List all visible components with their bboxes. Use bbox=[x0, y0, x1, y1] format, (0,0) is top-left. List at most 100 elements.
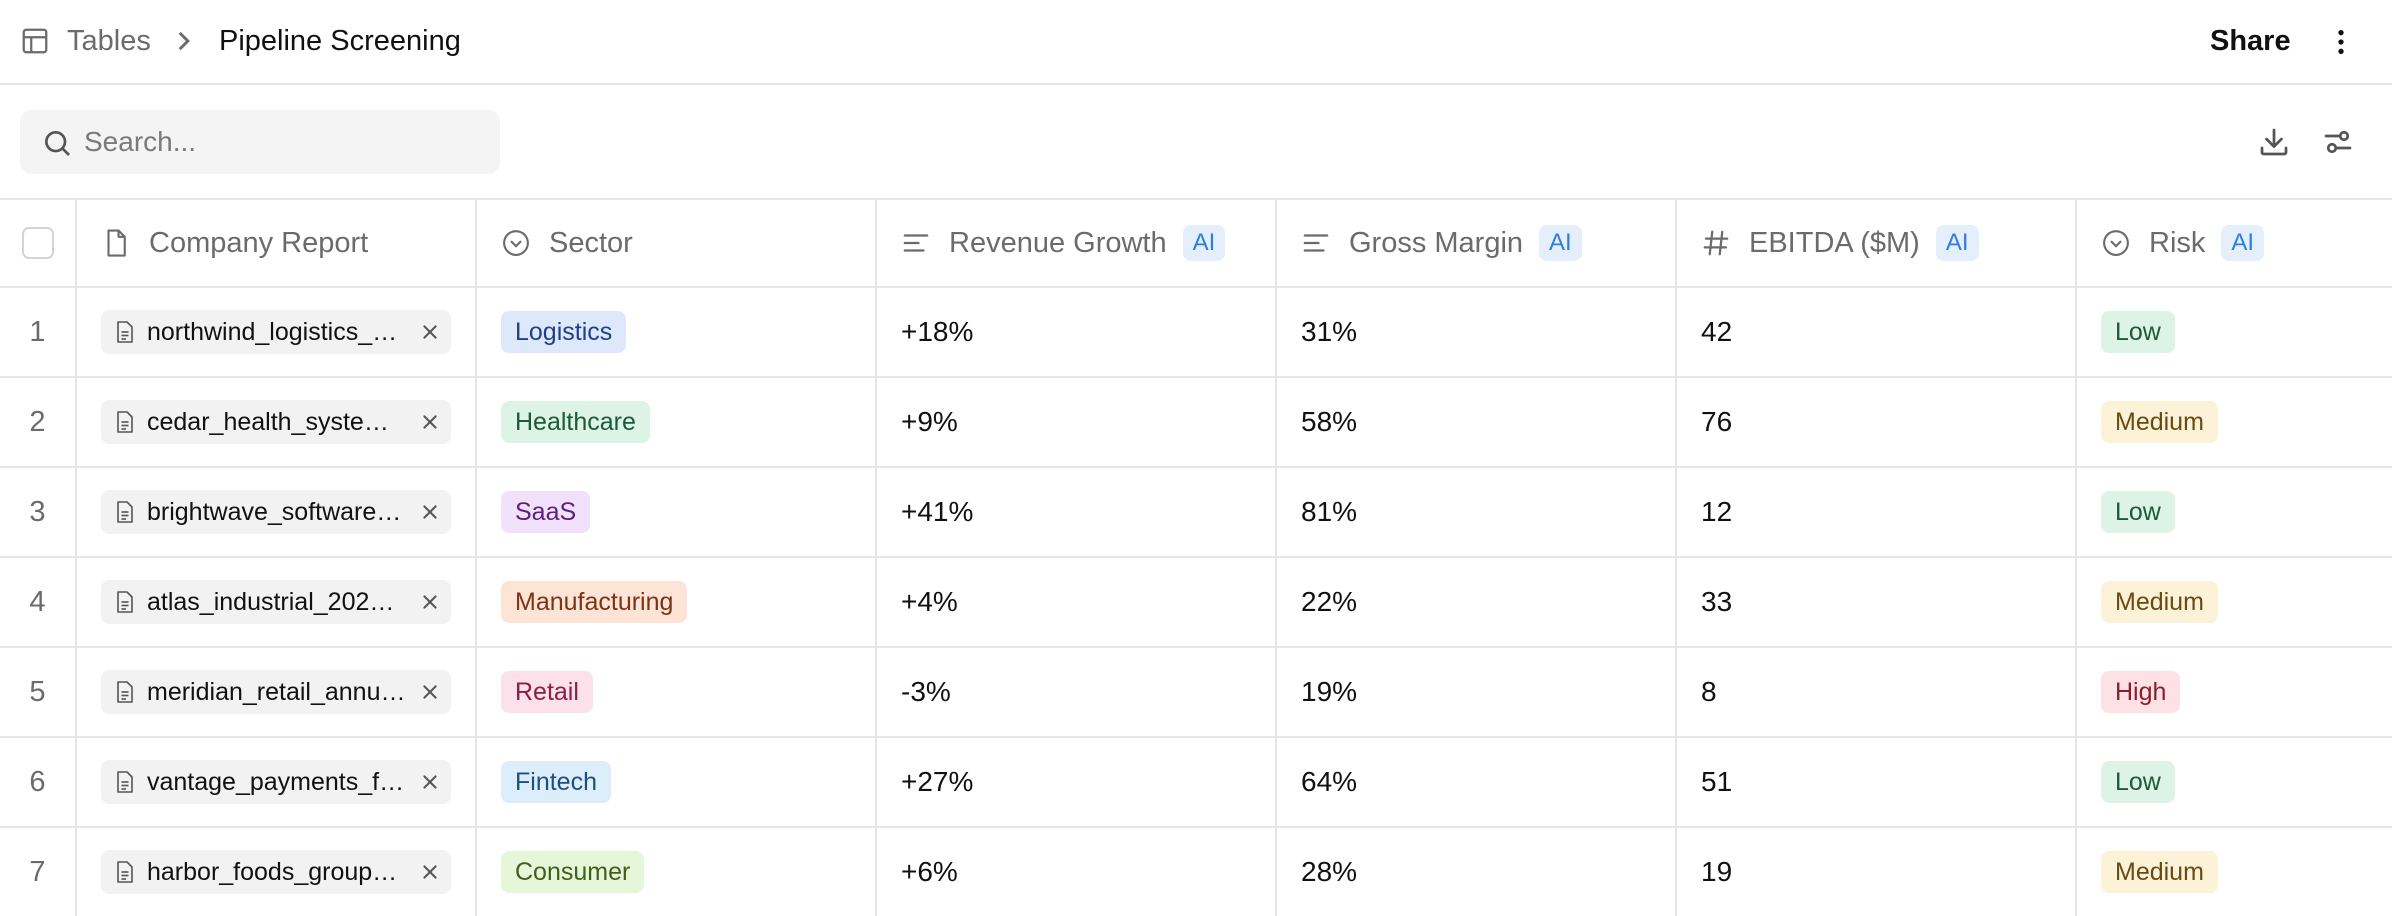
revenue-growth-cell[interactable]: +4% bbox=[877, 558, 1277, 646]
risk-cell[interactable]: Low bbox=[2077, 738, 2392, 826]
revenue-growth-cell[interactable]: +41% bbox=[877, 468, 1277, 556]
table-row[interactable]: 1 northwind_logistics_… Logistics +18% 3… bbox=[0, 288, 2392, 378]
gross-margin-cell[interactable]: 22% bbox=[1277, 558, 1677, 646]
file-name: brightwave_software… bbox=[147, 497, 402, 526]
header-risk[interactable]: Risk AI bbox=[2077, 200, 2392, 286]
risk-cell[interactable]: Medium bbox=[2077, 828, 2392, 916]
gross-margin-value: 64% bbox=[1301, 766, 1358, 797]
table-row[interactable]: 4 atlas_industrial_202… Manufacturing +4… bbox=[0, 558, 2392, 648]
file-chip[interactable]: harbor_foods_group… bbox=[101, 850, 451, 894]
file-chip[interactable]: atlas_industrial_202… bbox=[101, 580, 451, 624]
close-icon[interactable] bbox=[421, 413, 439, 431]
gross-margin-cell[interactable]: 81% bbox=[1277, 468, 1677, 556]
table-row[interactable]: 3 brightwave_software… SaaS +41% 81% 12 … bbox=[0, 468, 2392, 558]
close-icon[interactable] bbox=[421, 683, 439, 701]
close-icon[interactable] bbox=[421, 503, 439, 521]
column-label: Revenue Growth bbox=[949, 226, 1167, 259]
header-revenue-growth[interactable]: Revenue Growth AI bbox=[877, 200, 1277, 286]
revenue-growth-cell[interactable]: +6% bbox=[877, 828, 1277, 916]
file-chip[interactable]: northwind_logistics_… bbox=[101, 310, 451, 354]
sector-cell[interactable]: Retail bbox=[477, 648, 877, 736]
sector-cell[interactable]: Healthcare bbox=[477, 378, 877, 466]
sector-cell[interactable]: SaaS bbox=[477, 468, 877, 556]
file-chip[interactable]: brightwave_software… bbox=[101, 490, 451, 534]
ebitda-cell[interactable]: 76 bbox=[1677, 378, 2077, 466]
close-icon[interactable] bbox=[421, 593, 439, 611]
select-all-checkbox[interactable] bbox=[21, 227, 54, 259]
company-report-cell[interactable]: atlas_industrial_202… bbox=[77, 558, 477, 646]
ebitda-cell[interactable]: 42 bbox=[1677, 288, 2077, 376]
risk-cell[interactable]: Medium bbox=[2077, 558, 2392, 646]
revenue-growth-cell[interactable]: +27% bbox=[877, 738, 1277, 826]
row-number-cell: 5 bbox=[0, 648, 77, 736]
risk-tag: High bbox=[2101, 671, 2181, 713]
revenue-growth-value: +6% bbox=[901, 856, 958, 887]
revenue-growth-cell[interactable]: -3% bbox=[877, 648, 1277, 736]
file-name: cedar_health_system… bbox=[147, 407, 407, 436]
document-icon bbox=[117, 501, 133, 523]
risk-cell[interactable]: High bbox=[2077, 648, 2392, 736]
table-row[interactable]: 7 harbor_foods_group… Consumer +6% 28% 1… bbox=[0, 828, 2392, 916]
file-name: atlas_industrial_202… bbox=[147, 587, 395, 616]
gross-margin-cell[interactable]: 28% bbox=[1277, 828, 1677, 916]
file-chip[interactable]: vantage_payments_f… bbox=[101, 760, 451, 804]
company-report-cell[interactable]: harbor_foods_group… bbox=[77, 828, 477, 916]
sector-cell[interactable]: Logistics bbox=[477, 288, 877, 376]
sector-cell[interactable]: Consumer bbox=[477, 828, 877, 916]
file-chip[interactable]: meridian_retail_annu… bbox=[101, 670, 451, 714]
gross-margin-cell[interactable]: 64% bbox=[1277, 738, 1677, 826]
risk-tag: Low bbox=[2101, 311, 2175, 353]
search-input[interactable] bbox=[84, 122, 484, 162]
close-icon[interactable] bbox=[421, 863, 439, 881]
table-row[interactable]: 6 vantage_payments_f… Fintech +27% 64% 5… bbox=[0, 738, 2392, 828]
ebitda-cell[interactable]: 8 bbox=[1677, 648, 2077, 736]
document-icon bbox=[117, 861, 133, 883]
company-report-cell[interactable]: brightwave_software… bbox=[77, 468, 477, 556]
risk-tag: Low bbox=[2101, 491, 2175, 533]
file-chip[interactable]: cedar_health_system… bbox=[101, 400, 451, 444]
sector-cell[interactable]: Fintech bbox=[477, 738, 877, 826]
sector-tag: Logistics bbox=[501, 311, 627, 353]
column-label: Sector bbox=[549, 226, 633, 259]
gross-margin-cell[interactable]: 58% bbox=[1277, 378, 1677, 466]
table-row[interactable]: 5 meridian_retail_annu… Retail -3% 19% 8… bbox=[0, 648, 2392, 738]
close-icon[interactable] bbox=[421, 773, 439, 791]
company-report-cell[interactable]: meridian_retail_annu… bbox=[77, 648, 477, 736]
revenue-growth-cell[interactable]: +18% bbox=[877, 288, 1277, 376]
breadcrumb-root[interactable]: Tables bbox=[67, 23, 151, 59]
ebitda-cell[interactable]: 33 bbox=[1677, 558, 2077, 646]
risk-cell[interactable]: Medium bbox=[2077, 378, 2392, 466]
download-icon[interactable] bbox=[2256, 124, 2292, 160]
header-ebitda[interactable]: EBITDA ($M) AI bbox=[1677, 200, 2077, 286]
revenue-growth-cell[interactable]: +9% bbox=[877, 378, 1277, 466]
company-report-cell[interactable]: vantage_payments_f… bbox=[77, 738, 477, 826]
row-number-cell: 2 bbox=[0, 378, 77, 466]
close-icon[interactable] bbox=[421, 323, 439, 341]
header-sector[interactable]: Sector bbox=[477, 200, 877, 286]
sector-cell[interactable]: Manufacturing bbox=[477, 558, 877, 646]
header-gross-margin[interactable]: Gross Margin AI bbox=[1277, 200, 1677, 286]
company-report-cell[interactable]: northwind_logistics_… bbox=[77, 288, 477, 376]
gross-margin-cell[interactable]: 31% bbox=[1277, 288, 1677, 376]
ebitda-cell[interactable]: 51 bbox=[1677, 738, 2077, 826]
table-row[interactable]: 2 cedar_health_system… Healthcare +9% 58… bbox=[0, 378, 2392, 468]
company-report-cell[interactable]: cedar_health_system… bbox=[77, 378, 477, 466]
share-button[interactable]: Share bbox=[2190, 20, 2311, 62]
more-options-icon[interactable] bbox=[2325, 24, 2357, 60]
row-number: 6 bbox=[29, 765, 46, 798]
chevron-circle-icon bbox=[503, 230, 529, 256]
search-box[interactable] bbox=[20, 110, 500, 174]
ebitda-cell[interactable]: 12 bbox=[1677, 468, 2077, 556]
table-icon bbox=[22, 28, 48, 54]
risk-cell[interactable]: Low bbox=[2077, 288, 2392, 376]
row-number-cell: 1 bbox=[0, 288, 77, 376]
filter-settings-icon[interactable] bbox=[2320, 124, 2356, 160]
row-number: 5 bbox=[29, 675, 46, 708]
row-number-cell: 6 bbox=[0, 738, 77, 826]
ebitda-cell[interactable]: 19 bbox=[1677, 828, 2077, 916]
gross-margin-value: 58% bbox=[1301, 406, 1358, 437]
risk-cell[interactable]: Low bbox=[2077, 468, 2392, 556]
header-company-report[interactable]: Company Report bbox=[77, 200, 477, 286]
gross-margin-cell[interactable]: 19% bbox=[1277, 648, 1677, 736]
revenue-growth-value: +18% bbox=[901, 316, 974, 347]
